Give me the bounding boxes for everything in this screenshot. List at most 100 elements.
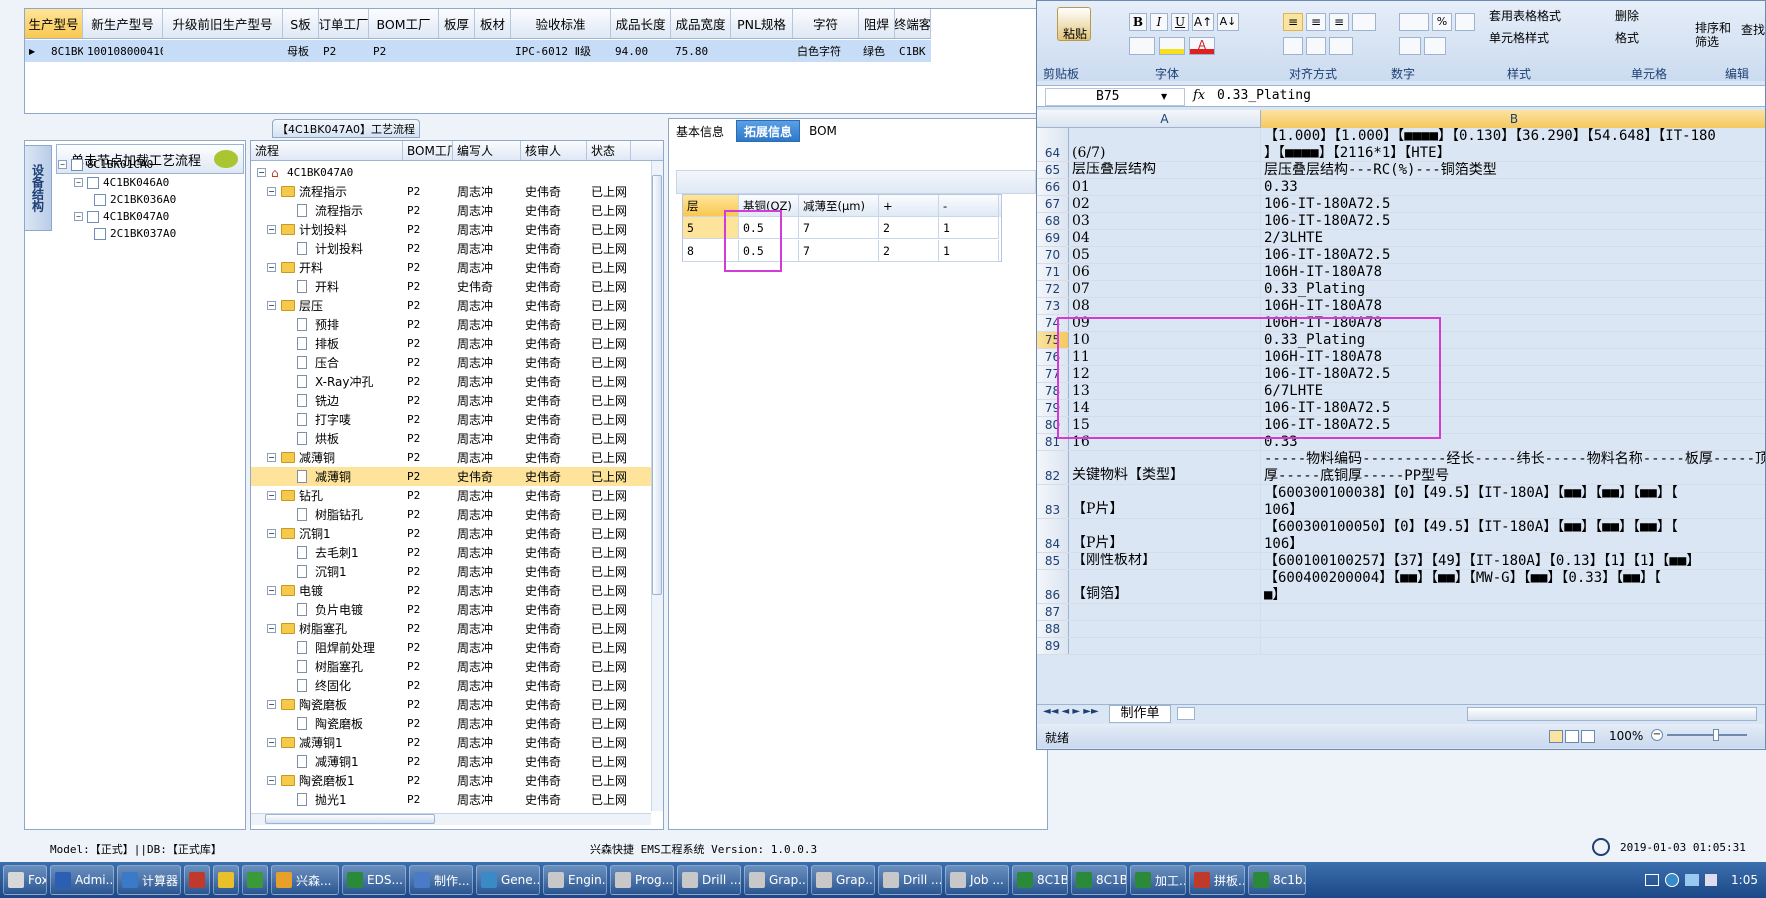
collapse-toggle-icon[interactable]: − [267, 225, 276, 234]
row-number[interactable]: 69 [1037, 230, 1069, 246]
process-row[interactable]: − 钻孔 P2 周志冲 史伟奇 已上网 [251, 486, 651, 505]
cell-a[interactable] [1069, 638, 1261, 654]
tab-extended-info[interactable]: 拓展信息 [736, 120, 800, 142]
process-row[interactable]: 预排 P2 周志冲 史伟奇 已上网 [251, 315, 651, 334]
process-row[interactable]: 排板 P2 周志冲 史伟奇 已上网 [251, 334, 651, 353]
sheet-tab-active[interactable]: 制作单 [1109, 705, 1171, 723]
grid-column-header[interactable]: 新生产型号 [83, 9, 163, 38]
tray-network-icon[interactable] [1685, 874, 1700, 886]
collapse-toggle-icon[interactable]: − [267, 453, 276, 462]
grid-column-header[interactable]: 板材 [475, 9, 511, 38]
process-step-name[interactable]: 打字唛 [315, 411, 351, 428]
process-step-name[interactable]: 钻孔 [299, 487, 323, 504]
grid-cell[interactable]: 8C1BK01CA0 [47, 40, 83, 62]
process-row[interactable]: 开料 P2 史伟奇 史伟奇 已上网 [251, 277, 651, 296]
process-row[interactable]: 陶瓷磨板 P2 周志冲 史伟奇 已上网 [251, 714, 651, 733]
process-column-header[interactable]: BOM工厂 [403, 141, 453, 160]
align-right-icon[interactable]: ≡ [1329, 13, 1349, 31]
collapse-toggle-icon[interactable]: − [58, 160, 67, 169]
tree-node-label[interactable]: 2C1BK036A0 [110, 193, 176, 206]
process-step-name[interactable]: 减薄铜1 [315, 753, 359, 770]
grid-column-header[interactable]: 成品长度 [611, 9, 671, 38]
taskbar-label[interactable]: 8c1b... [1273, 873, 1305, 887]
cell-b[interactable]: 106H-IT-180A78 [1261, 264, 1765, 280]
collapse-toggle-icon[interactable]: − [267, 263, 276, 272]
process-step-name[interactable]: 负片电镀 [315, 601, 363, 618]
cell-a[interactable]: 08 [1069, 298, 1261, 314]
grid-column-header[interactable]: 终端客 [895, 9, 931, 38]
sheet-row[interactable]: 85 【刚性板材】 【600100100257】【37】【49】【IT-180A】【… [1037, 553, 1765, 570]
process-row[interactable]: 终固化 P2 周志冲 史伟奇 已上网 [251, 676, 651, 695]
process-step-name[interactable]: 烘板 [315, 430, 339, 447]
cell-a[interactable]: 07 [1069, 281, 1261, 297]
layer-grid-cell[interactable]: 7 [799, 217, 879, 239]
normal-view-icon[interactable] [1549, 730, 1563, 743]
row-number[interactable]: 68 [1037, 213, 1069, 229]
sheet-row[interactable]: 65 层压叠层结构 层压叠层结构---RC(%)---铜箔类型 [1037, 162, 1765, 179]
row-number[interactable]: 85 [1037, 553, 1069, 569]
taskbar-label[interactable]: Prog... [635, 873, 673, 887]
process-step-name[interactable]: 流程指示 [299, 183, 347, 200]
collapse-toggle-icon[interactable]: − [267, 529, 276, 538]
grid-column-header[interactable]: PNL规格 [731, 9, 793, 38]
increase-indent-icon[interactable] [1306, 37, 1326, 55]
cell-b[interactable]: 【1.000】【1.000】【■■■■】【0.130】【36.290】【54.6… [1261, 128, 1765, 161]
process-step-name[interactable]: 树脂塞孔 [299, 620, 347, 637]
taskbar-button[interactable]: Admi... [50, 865, 114, 895]
process-step-name[interactable]: 预排 [315, 316, 339, 333]
fx-icon[interactable]: fx [1193, 88, 1205, 103]
tree-node[interactable]: 2C1BK037A0 [94, 227, 176, 240]
grid-column-header[interactable]: 验收标准 [511, 9, 611, 38]
row-number[interactable]: 65 [1037, 162, 1069, 178]
process-row[interactable]: − 电镀 P2 周志冲 史伟奇 已上网 [251, 581, 651, 600]
cell-b[interactable]: 106-IT-180A72.5 [1261, 196, 1765, 212]
row-number[interactable]: 66 [1037, 179, 1069, 195]
tab-bom[interactable]: BOM [806, 120, 840, 142]
process-step-name[interactable]: 层压 [299, 297, 323, 314]
process-step-name[interactable]: 压合 [315, 354, 339, 371]
process-row[interactable]: 打字唛 P2 周志冲 史伟奇 已上网 [251, 410, 651, 429]
grid-cell[interactable]: 母板 [283, 40, 319, 62]
sort-filter-button[interactable]: 排序和筛选 [1695, 21, 1735, 49]
grid-cell[interactable]: P2 [369, 40, 439, 62]
grid-cell[interactable] [163, 40, 283, 62]
taskbar-label[interactable]: Admi... [75, 873, 113, 887]
taskbar-label[interactable]: 8C1B... [1096, 873, 1126, 887]
tab-basic-info[interactable]: 基本信息 [670, 120, 730, 142]
sheet-row[interactable]: 70 05 106-IT-180A72.5 [1037, 247, 1765, 264]
taskbar-button[interactable]: 8C1B... [1071, 865, 1127, 895]
cell-a[interactable]: 03 [1069, 213, 1261, 229]
italic-button[interactable]: I [1150, 13, 1168, 31]
process-step-name[interactable]: 计划投料 [299, 221, 347, 238]
taskbar-label[interactable]: EDS... [367, 873, 403, 887]
comma-icon[interactable] [1455, 13, 1475, 31]
grid-column-header[interactable]: 字符 [793, 9, 859, 38]
layer-grid-cell[interactable]: 2 [879, 240, 939, 262]
sheet-row[interactable]: 72 07 0.33_Plating [1037, 281, 1765, 298]
cell-a[interactable]: 02 [1069, 196, 1261, 212]
process-step-name[interactable]: 开料 [299, 259, 323, 276]
layer-grid-cell[interactable]: 7 [799, 240, 879, 262]
taskbar-label[interactable]: Engin... [568, 873, 606, 887]
node-checkbox[interactable] [94, 227, 106, 240]
collapse-toggle-icon[interactable]: − [267, 776, 276, 785]
process-step-name[interactable]: X-Ray冲孔 [315, 373, 373, 390]
page-layout-icon[interactable] [1565, 730, 1579, 743]
taskbar-button[interactable]: 8c1b... [1248, 865, 1306, 895]
font-shrink-icon[interactable]: A↓ [1217, 13, 1239, 31]
tray-help-icon[interactable] [1665, 873, 1680, 887]
cell-b[interactable]: -----物料编码----------经长-----纬长-----物料名称---… [1261, 451, 1765, 484]
format-button[interactable]: 格式 [1615, 29, 1639, 46]
merge-icon[interactable] [1352, 13, 1376, 31]
cell-a[interactable]: 06 [1069, 264, 1261, 280]
grid-cell[interactable]: 75.80 [671, 40, 731, 62]
cell-b[interactable]: 106-IT-180A72.5 [1261, 213, 1765, 229]
sheet-row[interactable]: 89 [1037, 638, 1765, 655]
underline-button[interactable]: U [1171, 13, 1189, 31]
taskbar-label[interactable]: Gene... [501, 873, 539, 887]
taskbar-label[interactable]: Job ... [970, 873, 1004, 887]
align-center-icon[interactable]: ≡ [1306, 13, 1326, 31]
cell-b[interactable] [1261, 621, 1765, 637]
taskbar-button[interactable]: 加工... [1130, 865, 1186, 895]
product-grid-row[interactable]: ▶8C1BK01CA010010800041089母板P2P2IPC-6012 … [25, 40, 931, 62]
